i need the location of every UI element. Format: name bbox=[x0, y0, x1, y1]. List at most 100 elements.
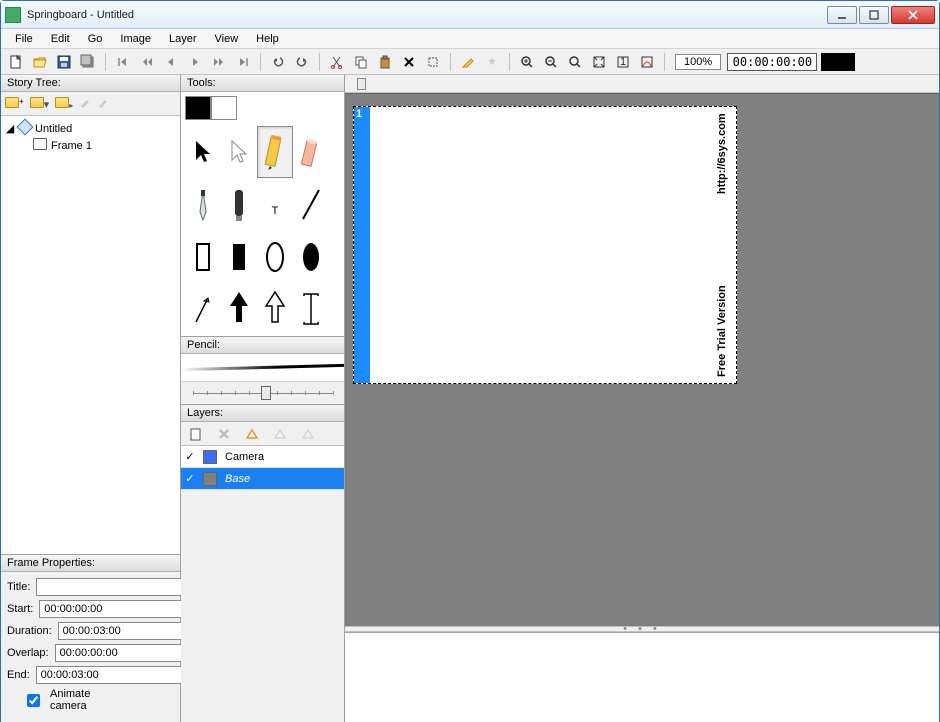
go-prev-fast-button[interactable] bbox=[136, 51, 158, 73]
folder-right-button[interactable]: ▸ bbox=[55, 97, 73, 111]
frame-props-header: Frame Properties: bbox=[1, 555, 180, 572]
story-tree[interactable]: ◢ Untitled Frame 1 bbox=[1, 116, 180, 158]
zoom-reset-button[interactable] bbox=[564, 51, 586, 73]
redo-button[interactable] bbox=[291, 51, 313, 73]
go-next-button[interactable] bbox=[184, 51, 206, 73]
save-all-button[interactable] bbox=[77, 51, 99, 73]
frame-watermark: Free Trial Version http://6sys.com bbox=[716, 113, 732, 377]
arrow-outline-tool[interactable] bbox=[185, 282, 221, 334]
ellipse-outline-tool[interactable] bbox=[257, 230, 293, 282]
new-folder-button[interactable]: + bbox=[5, 97, 24, 111]
menu-go[interactable]: Go bbox=[80, 31, 111, 47]
copy-button[interactable] bbox=[350, 51, 372, 73]
folder-dropdown-button[interactable]: ▾ bbox=[30, 97, 50, 111]
pencil-tree-button[interactable] bbox=[79, 96, 91, 111]
go-prev-button[interactable] bbox=[160, 51, 182, 73]
pointer-tool[interactable] bbox=[221, 126, 257, 178]
pencil-tool[interactable] bbox=[257, 126, 293, 178]
background-swatch[interactable] bbox=[211, 96, 237, 120]
eraser-tool[interactable] bbox=[293, 126, 329, 178]
layer-onion-button[interactable] bbox=[241, 423, 263, 445]
bracket-tool[interactable] bbox=[293, 282, 329, 334]
crop-button[interactable] bbox=[422, 51, 444, 73]
pen-tool[interactable] bbox=[185, 178, 221, 230]
go-first-button[interactable] bbox=[112, 51, 134, 73]
layer-visible-toggle[interactable]: ✓ bbox=[181, 450, 199, 463]
wand-button[interactable] bbox=[481, 51, 503, 73]
maximize-button[interactable] bbox=[859, 6, 889, 24]
disclosure-icon[interactable]: ◢ bbox=[5, 124, 15, 134]
cut-button[interactable] bbox=[326, 51, 348, 73]
delete-layer-button[interactable] bbox=[213, 423, 235, 445]
zoom-display[interactable]: 100% bbox=[675, 54, 721, 70]
timeline-strip[interactable] bbox=[345, 75, 939, 93]
tree-root[interactable]: ◢ Untitled bbox=[5, 120, 176, 137]
timeline-marker-icon[interactable] bbox=[357, 78, 366, 90]
start-input[interactable] bbox=[39, 600, 191, 618]
titlebar: Springboard - Untitled bbox=[1, 1, 939, 29]
layer-onion-next-button[interactable] bbox=[297, 423, 319, 445]
new-layer-button[interactable] bbox=[185, 423, 207, 445]
pencil-stroke-preview bbox=[181, 354, 344, 382]
zoom-100-button[interactable]: 1 bbox=[612, 51, 634, 73]
menu-image[interactable]: Image bbox=[112, 31, 159, 47]
notes-panel[interactable] bbox=[345, 632, 939, 722]
minimize-button[interactable] bbox=[827, 6, 857, 24]
app-icon bbox=[5, 7, 21, 23]
diamond-icon bbox=[19, 121, 31, 136]
svg-text:T: T bbox=[272, 205, 279, 217]
tree-frame-item[interactable]: Frame 1 bbox=[5, 137, 176, 154]
foreground-swatch[interactable] bbox=[185, 96, 211, 120]
layer-color-swatch[interactable] bbox=[203, 450, 217, 464]
main-area: Story Tree: + ▾ ▸ ◢ Untitled Fram bbox=[1, 75, 939, 722]
open-button[interactable] bbox=[29, 51, 51, 73]
pencil-header: Pencil: bbox=[181, 337, 344, 354]
zoom-out-button[interactable] bbox=[540, 51, 562, 73]
slider-thumb[interactable] bbox=[261, 386, 271, 400]
line-tool[interactable] bbox=[293, 178, 329, 230]
new-button[interactable] bbox=[5, 51, 27, 73]
end-input[interactable] bbox=[36, 666, 188, 684]
timecode-display[interactable]: 00:00:00:00 bbox=[727, 53, 817, 71]
zoom-in-button[interactable] bbox=[516, 51, 538, 73]
menu-view[interactable]: View bbox=[207, 31, 247, 47]
storytree-header: Story Tree: bbox=[1, 75, 180, 92]
arrow-fill-tool[interactable] bbox=[221, 282, 257, 334]
zoom-fit-button[interactable] bbox=[588, 51, 610, 73]
menu-help[interactable]: Help bbox=[248, 31, 287, 47]
pencil-size-slider[interactable] bbox=[181, 382, 344, 404]
tree-root-label: Untitled bbox=[35, 123, 72, 135]
storyboard-frame[interactable]: 1 Free Trial Version http://6sys.com bbox=[353, 106, 737, 384]
pencil-panel: Pencil: bbox=[181, 336, 344, 404]
undo-button[interactable] bbox=[267, 51, 289, 73]
zoom-curve-button[interactable] bbox=[636, 51, 658, 73]
menu-edit[interactable]: Edit bbox=[43, 31, 78, 47]
layer-row-camera[interactable]: ✓ Camera bbox=[181, 446, 344, 468]
text-tool[interactable]: T bbox=[257, 178, 293, 230]
marker-tool[interactable] bbox=[221, 178, 257, 230]
layer-row-base[interactable]: ✓ Base bbox=[181, 468, 344, 490]
arrow-up-tool[interactable] bbox=[257, 282, 293, 334]
layer-name-label: Base bbox=[221, 473, 250, 485]
title-label: Title: bbox=[7, 581, 30, 593]
menu-layer[interactable]: Layer bbox=[161, 31, 205, 47]
canvas-area[interactable]: 1 Free Trial Version http://6sys.com bbox=[345, 93, 939, 626]
menu-file[interactable]: File bbox=[7, 31, 41, 47]
title-input[interactable] bbox=[36, 578, 188, 596]
save-button[interactable] bbox=[53, 51, 75, 73]
pencil-tool-button[interactable] bbox=[457, 51, 479, 73]
delete-button[interactable] bbox=[398, 51, 420, 73]
arrow-tool[interactable] bbox=[185, 126, 221, 178]
rect-outline-tool[interactable] bbox=[185, 230, 221, 282]
go-next-fast-button[interactable] bbox=[208, 51, 230, 73]
pencil-tree-button-2[interactable] bbox=[97, 96, 109, 111]
layer-visible-toggle[interactable]: ✓ bbox=[181, 472, 199, 485]
ellipse-fill-tool[interactable] bbox=[293, 230, 329, 282]
animate-camera-checkbox[interactable] bbox=[27, 694, 40, 707]
layer-onion-prev-button[interactable] bbox=[269, 423, 291, 445]
rect-fill-tool[interactable] bbox=[221, 230, 257, 282]
go-last-button[interactable] bbox=[232, 51, 254, 73]
close-button[interactable] bbox=[891, 6, 935, 24]
layer-color-swatch[interactable] bbox=[203, 472, 217, 486]
paste-button[interactable] bbox=[374, 51, 396, 73]
